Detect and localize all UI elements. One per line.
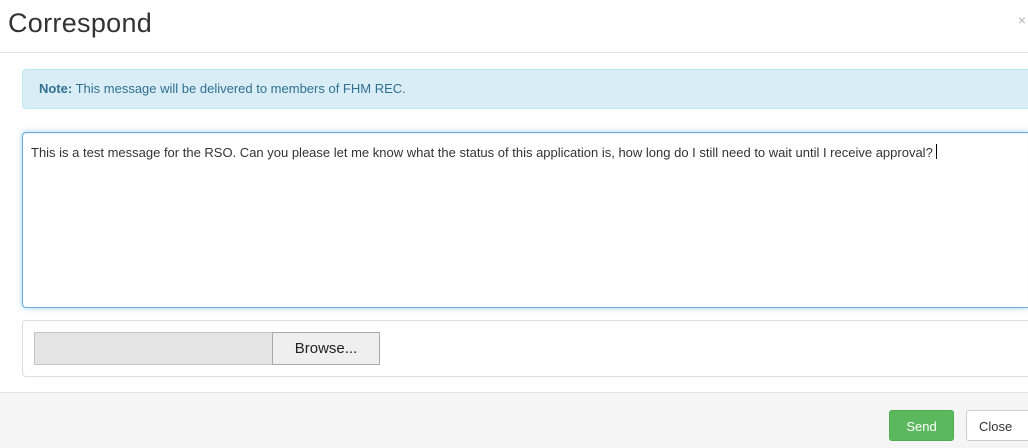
browse-button[interactable]: Browse... [272,332,380,365]
text-cursor [935,144,937,159]
send-button[interactable]: Send [889,410,954,441]
message-textarea[interactable]: This is a test message for the RSO. Can … [22,132,1028,308]
note-label: Note: [39,81,73,96]
note-text: This message will be delivered to member… [72,81,406,96]
dialog-title: Correspond [8,8,153,38]
close-icon[interactable]: × [1016,12,1028,28]
dialog-footer: Send Close [0,392,1028,448]
attachment-panel: Browse... [22,320,1028,377]
correspond-dialog: Correspond × Note: This message will be … [0,0,1028,448]
note-alert: Note: This message will be delivered to … [22,69,1028,109]
file-path-field[interactable] [34,332,272,365]
dialog-header: Correspond × [0,0,1028,53]
message-text: This is a test message for the RSO. Can … [31,145,933,160]
close-button[interactable]: Close [966,410,1028,441]
